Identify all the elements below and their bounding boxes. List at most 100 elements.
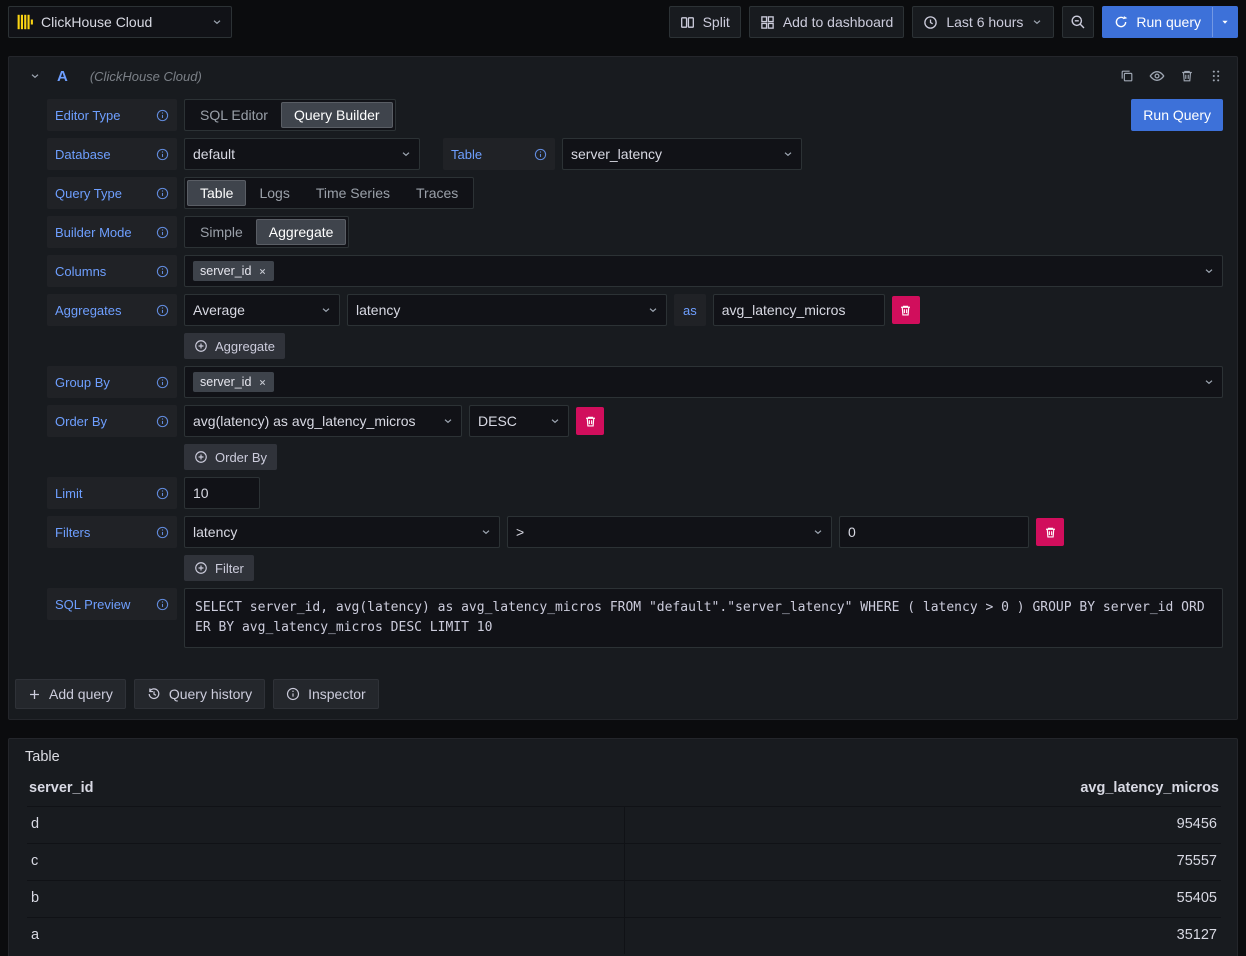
group-by-row: Group By server_id xyxy=(47,366,1223,398)
add-order-by-button[interactable]: Order By xyxy=(184,444,277,470)
info-icon[interactable] xyxy=(156,265,169,278)
trash-icon xyxy=(1044,526,1057,539)
editor-type-option-query-builder[interactable]: Query Builder xyxy=(281,102,393,128)
as-label: as xyxy=(674,294,706,326)
remove-chip-icon[interactable] xyxy=(258,267,267,276)
info-icon[interactable] xyxy=(156,226,169,239)
drag-handle-grip-icon[interactable] xyxy=(1209,69,1223,83)
remove-order-by-button[interactable] xyxy=(576,407,604,435)
info-icon[interactable] xyxy=(156,415,169,428)
query-type-option-logs[interactable]: Logs xyxy=(246,180,302,206)
order-by-row: Order By avg(latency) as avg_latency_mic… xyxy=(47,405,1223,437)
results-table-panel: Table server_id avg_latency_micros d 954… xyxy=(8,738,1238,956)
add-aggregate-button[interactable]: Aggregate xyxy=(184,333,285,359)
run-query-button[interactable]: Run query xyxy=(1102,6,1238,38)
database-select[interactable]: default xyxy=(184,138,420,170)
run-query-dropdown[interactable] xyxy=(1213,7,1237,37)
aggregate-function-select[interactable]: Average xyxy=(184,294,340,326)
add-filter-row: Filter xyxy=(47,555,1223,581)
trash-icon xyxy=(584,415,597,428)
delete-query-icon[interactable] xyxy=(1180,69,1194,83)
toolbar: ClickHouse Cloud Split Add to dashboard xyxy=(0,0,1246,44)
chevron-down-icon xyxy=(320,304,332,316)
group-by-multiselect[interactable]: server_id xyxy=(184,366,1223,398)
add-filter-button[interactable]: Filter xyxy=(184,555,254,581)
info-icon[interactable] xyxy=(156,526,169,539)
builder-mode-option-simple[interactable]: Simple xyxy=(187,219,256,245)
filter-operator-select[interactable]: > xyxy=(507,516,832,548)
table-row: b 55405 xyxy=(27,880,1221,917)
editor-type-option-sql-editor[interactable]: SQL Editor xyxy=(187,102,281,128)
info-icon[interactable] xyxy=(156,487,169,500)
info-icon[interactable] xyxy=(156,376,169,389)
run-query-inline-button[interactable]: Run Query xyxy=(1131,99,1223,131)
aggregate-column-select[interactable]: latency xyxy=(347,294,667,326)
info-icon[interactable] xyxy=(534,148,547,161)
filter-column-select[interactable]: latency xyxy=(184,516,500,548)
order-by-column-select[interactable]: avg(latency) as avg_latency_micros xyxy=(184,405,462,437)
info-icon[interactable] xyxy=(156,109,169,122)
limit-row: Limit xyxy=(47,477,1223,509)
column-header-avg-latency[interactable]: avg_latency_micros xyxy=(624,771,1221,806)
query-row-header: A (ClickHouse Cloud) xyxy=(9,57,1237,95)
remove-chip-icon[interactable] xyxy=(258,378,267,387)
datasource-hint: (ClickHouse Cloud) xyxy=(90,69,202,84)
query-type-toggle: Table Logs Time Series Traces xyxy=(184,177,474,209)
cell-server-id: a xyxy=(27,918,624,954)
editor-type-label: Editor Type xyxy=(47,99,177,131)
filters-row: Filters latency > xyxy=(47,516,1223,548)
filter-value-input[interactable] xyxy=(839,516,1029,548)
hide-query-eye-icon[interactable] xyxy=(1149,68,1165,84)
datasource-picker[interactable]: ClickHouse Cloud xyxy=(8,6,232,38)
remove-aggregate-button[interactable] xyxy=(892,296,920,324)
query-type-option-time-series[interactable]: Time Series xyxy=(303,180,403,206)
add-to-dashboard-button[interactable]: Add to dashboard xyxy=(749,6,905,38)
cell-avg-latency: 55405 xyxy=(624,881,1221,917)
table-row: a 35127 xyxy=(27,917,1221,954)
clock-icon xyxy=(923,15,938,30)
table-select[interactable]: server_latency xyxy=(562,138,802,170)
split-icon xyxy=(680,15,695,30)
results-table: server_id avg_latency_micros d 95456 c 7… xyxy=(27,771,1221,954)
add-query-button[interactable]: Add query xyxy=(15,679,126,709)
columns-multiselect[interactable]: server_id xyxy=(184,255,1223,287)
query-type-option-table[interactable]: Table xyxy=(187,180,246,206)
limit-input[interactable] xyxy=(184,477,260,509)
cell-server-id: c xyxy=(27,844,624,880)
query-type-row: Query Type Table Logs Time Series Traces xyxy=(47,177,1223,209)
info-icon[interactable] xyxy=(156,148,169,161)
collapse-chevron-icon[interactable] xyxy=(29,70,41,82)
chevron-down-icon xyxy=(812,526,824,538)
chevron-down-icon xyxy=(442,415,454,427)
column-header-server-id[interactable]: server_id xyxy=(27,771,624,806)
split-button[interactable]: Split xyxy=(669,6,741,38)
aggregate-alias-input[interactable] xyxy=(713,294,885,326)
editor-type-toggle: SQL Editor Query Builder xyxy=(184,99,396,131)
builder-mode-option-aggregate[interactable]: Aggregate xyxy=(256,219,347,245)
table-label: Table xyxy=(443,138,555,170)
run-query-label: Run query xyxy=(1136,14,1201,30)
inspector-button[interactable]: Inspector xyxy=(273,679,379,709)
info-icon[interactable] xyxy=(156,304,169,317)
cell-server-id: b xyxy=(27,881,624,917)
table-row: c 75557 xyxy=(27,843,1221,880)
time-range-picker[interactable]: Last 6 hours xyxy=(912,6,1054,38)
query-row-actions xyxy=(1120,68,1223,84)
query-ref-id[interactable]: A xyxy=(57,68,68,85)
query-history-button[interactable]: Query history xyxy=(134,679,265,709)
chevron-down-icon xyxy=(480,526,492,538)
editor-type-row: Editor Type SQL Editor Query Builder Run… xyxy=(47,99,1223,131)
remove-filter-button[interactable] xyxy=(1036,518,1064,546)
chevron-down-icon xyxy=(1031,16,1043,28)
chevron-down-icon xyxy=(1203,265,1215,277)
info-icon[interactable] xyxy=(156,598,169,611)
explore-footer-actions: Add query Query history Inspector xyxy=(9,665,1237,719)
query-type-option-traces[interactable]: Traces xyxy=(403,180,471,206)
duplicate-query-icon[interactable] xyxy=(1120,69,1134,83)
builder-mode-row: Builder Mode Simple Aggregate xyxy=(47,216,1223,248)
zoom-out-button[interactable] xyxy=(1062,6,1094,38)
dashboard-grid-icon xyxy=(760,15,775,30)
clickhouse-logo-icon xyxy=(17,14,33,30)
info-icon[interactable] xyxy=(156,187,169,200)
order-by-direction-select[interactable]: DESC xyxy=(469,405,569,437)
